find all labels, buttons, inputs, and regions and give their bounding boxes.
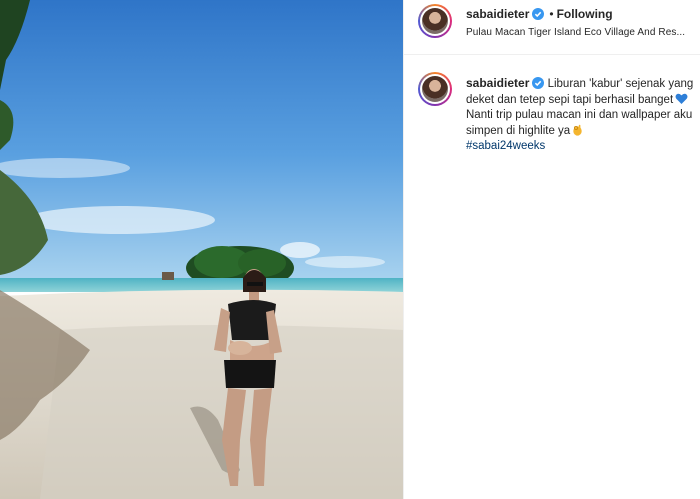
caption-text: sabaidieter Liburan 'kabur' sejenak yang… [466, 76, 694, 155]
blue-heart-icon [675, 93, 688, 104]
separator-dot: • [549, 7, 554, 21]
caption-avatar[interactable] [418, 72, 452, 106]
beach-photo-image [0, 0, 403, 499]
verified-badge-icon [532, 8, 545, 20]
header-username[interactable]: sabaidieter [466, 7, 529, 21]
post-header: sabaidieter • Following Pulau Macan Tiger … [404, 0, 700, 55]
post-photo[interactable] [0, 0, 403, 499]
ok-hand-icon [573, 124, 582, 136]
post-details-panel: sabaidieter • Following Pulau Macan Tiger … [403, 0, 700, 499]
following-button[interactable]: Following [557, 7, 613, 21]
hashtag-link[interactable]: #sabai24weeks [466, 139, 694, 155]
caption-username[interactable]: sabaidieter [466, 76, 529, 90]
verified-badge-icon [532, 77, 545, 89]
location-link[interactable]: Pulau Macan Tiger Island Eco Village And… [466, 27, 696, 38]
avatar[interactable] [418, 4, 452, 38]
header-user-line: sabaidieter • Following [466, 7, 613, 21]
